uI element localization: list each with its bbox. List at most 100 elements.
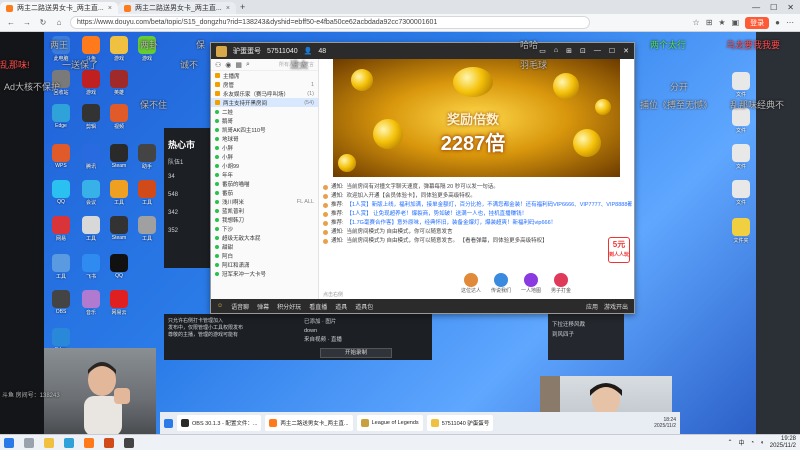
desktop-icon[interactable]: OBS — [46, 290, 76, 315]
login-button[interactable]: 登录 — [745, 16, 770, 29]
desktop-icon[interactable]: Steam — [104, 144, 134, 169]
obs-source-item[interactable]: 来自视频 · 直播 — [304, 336, 428, 345]
desktop-icon[interactable]: WPS — [46, 144, 76, 169]
message-input[interactable]: 点击右侧 — [323, 291, 453, 299]
emoji-icon[interactable]: ☺ — [217, 303, 223, 309]
app-icon[interactable] — [104, 437, 114, 448]
desktop-icon[interactable]: Edge — [46, 104, 76, 129]
close-tab-icon[interactable]: × — [108, 5, 112, 12]
desktop-icon[interactable]: 游戏 — [104, 36, 134, 62]
grid-icon[interactable]: ▦ — [235, 61, 242, 69]
home-icon[interactable]: ⌂ — [554, 47, 558, 55]
member-row[interactable]: 两主支持开黑房间 (54) — [211, 98, 318, 107]
gift-item[interactable]: 一人地图 — [519, 272, 543, 294]
member-row[interactable]: 阿红和潇潇 — [211, 260, 318, 269]
taskbar-window-button[interactable]: League of Legends — [356, 415, 423, 431]
desktop-icon[interactable]: 文件 — [726, 108, 756, 134]
pin-icon[interactable]: ⊡ — [580, 47, 586, 55]
danmaku-tool[interactable]: 弹幕 — [257, 302, 269, 311]
member-row[interactable]: 主播席 — [211, 71, 318, 80]
desktop-icon[interactable]: 文件 — [726, 72, 756, 98]
member-row[interactable]: 超级无敌大本屁 — [211, 233, 318, 242]
minimize-icon[interactable]: — — [752, 3, 760, 12]
more-icon[interactable]: ⋯ — [786, 18, 794, 27]
favorites-icon[interactable]: ★ — [718, 18, 725, 27]
desktop-icon[interactable]: 视频 — [104, 104, 134, 130]
maximize-icon[interactable]: ☐ — [609, 47, 615, 55]
member-row[interactable]: 小胡99 — [211, 161, 318, 170]
edge-icon[interactable] — [64, 437, 74, 448]
taskbar-window-button[interactable]: 两主二路送男女卡_两主直... — [265, 415, 353, 431]
desktop-icon[interactable]: QQ — [104, 254, 134, 279]
desktop-icon[interactable]: 飞书 — [76, 254, 106, 280]
gift-item[interactable]: 男子打金 — [549, 272, 573, 294]
apps-tool[interactable]: 应用 — [586, 302, 598, 311]
desktop-icon[interactable]: 文件夹 — [726, 218, 756, 244]
member-row[interactable]: 甜甜 — [211, 242, 318, 251]
member-row[interactable]: 鹅哥 — [211, 116, 318, 125]
grid-icon[interactable]: ⊞ — [566, 47, 572, 55]
clock[interactable]: 19:28 2025/11/2 — [770, 436, 796, 450]
app-icon[interactable] — [124, 437, 134, 448]
gift-item[interactable]: 传说我们 — [489, 272, 513, 294]
file-explorer-icon[interactable] — [44, 437, 54, 448]
desktop-icon[interactable]: 网易云 — [104, 290, 134, 316]
points-tool[interactable]: 积分好玩 — [277, 302, 301, 311]
promo-badge[interactable]: 5元 到人人玩 — [608, 237, 630, 263]
member-row[interactable]: 浅川啊米 FL ALL — [211, 197, 318, 206]
follow-user[interactable]: 到风四子 — [552, 330, 620, 340]
follow-user[interactable]: 下拉迁移风裁 — [552, 320, 620, 330]
desktop-icon[interactable]: 文件 — [726, 144, 756, 170]
chevron-up-icon[interactable]: ⌃ — [727, 439, 732, 446]
desktop-icon[interactable]: 工具 — [132, 216, 162, 242]
close-icon[interactable]: ✕ — [623, 47, 629, 55]
window-close-icon[interactable]: ✕ — [787, 3, 794, 12]
voice-tool[interactable]: 语音聊 — [231, 302, 249, 311]
start-icon[interactable] — [164, 418, 173, 428]
obs-source-item[interactable]: down — [304, 327, 428, 336]
member-row[interactable]: 我想韩刀 — [211, 215, 318, 224]
member-row[interactable]: 房管 1 — [211, 80, 318, 89]
desktop-icon[interactable]: 工具 — [76, 216, 106, 242]
extensions-icon[interactable]: ⊞ — [706, 18, 713, 27]
desktop-icon[interactable]: Steam — [104, 216, 134, 241]
game-tool[interactable]: 游戏开出 — [604, 302, 628, 311]
member-row[interactable]: 永友娱乐家（赛马呼叫场） (1) — [211, 89, 318, 98]
desktop-icon[interactable]: 腾讯 — [76, 144, 106, 170]
props-tool[interactable]: 道具 — [335, 302, 347, 311]
refresh-icon[interactable]: ↻ — [38, 18, 48, 27]
browser-tab-2[interactable]: 两主二路送男女卡_两主直... × — [118, 2, 236, 14]
forward-icon[interactable]: → — [22, 18, 32, 27]
desktop-icon[interactable]: 工具 — [46, 254, 76, 280]
member-row[interactable]: 下沙 — [211, 224, 318, 233]
desktop-icon[interactable]: 游戏 — [76, 70, 106, 96]
star-icon[interactable]: ☆ — [693, 18, 700, 27]
member-row[interactable]: 地球哥 — [211, 134, 318, 143]
member-row[interactable]: 小胖 — [211, 143, 318, 152]
member-row[interactable]: 二娃 — [211, 107, 318, 116]
stream-viewport[interactable]: 此电脑 回收站 Edge WPS QQ 网易 工具 OBS Edge 斗鱼 游戏… — [0, 32, 800, 434]
props-pack-tool[interactable]: 道具包 — [355, 302, 373, 311]
mic-icon[interactable]: ◉ — [225, 61, 231, 69]
screen-icon[interactable]: ▭ — [539, 47, 546, 55]
member-row[interactable]: 凯哥AK四主110号 — [211, 125, 318, 134]
desktop-icon[interactable]: 英雄 — [104, 70, 134, 96]
start-record-button[interactable]: 开始录制 — [320, 348, 392, 358]
member-row[interactable]: 年年 — [211, 170, 318, 179]
profile-icon[interactable]: ● — [775, 18, 780, 27]
search-icon[interactable] — [24, 437, 34, 448]
gift-item[interactable]: 这位达人 — [459, 272, 483, 294]
close-tab-icon[interactable]: × — [226, 5, 230, 12]
member-row[interactable]: 番茄 — [211, 188, 318, 197]
member-row[interactable]: 冠军来冲一大卡号 — [211, 269, 318, 278]
desktop-icon[interactable]: 音乐 — [76, 290, 106, 316]
browser-tab-1[interactable]: 两主二路送男女卡_两主直... × — [0, 2, 118, 14]
maximize-icon[interactable]: ☐ — [770, 3, 777, 12]
start-icon[interactable] — [4, 437, 14, 448]
back-icon[interactable]: ← — [6, 18, 16, 27]
new-tab-icon[interactable]: + — [240, 2, 245, 12]
search-icon[interactable]: ⌕ — [246, 61, 250, 69]
douyu-icon[interactable] — [84, 437, 94, 448]
desktop-icon[interactable]: 剪辑 — [76, 104, 106, 130]
desktop-icon[interactable]: 助手 — [132, 144, 162, 170]
